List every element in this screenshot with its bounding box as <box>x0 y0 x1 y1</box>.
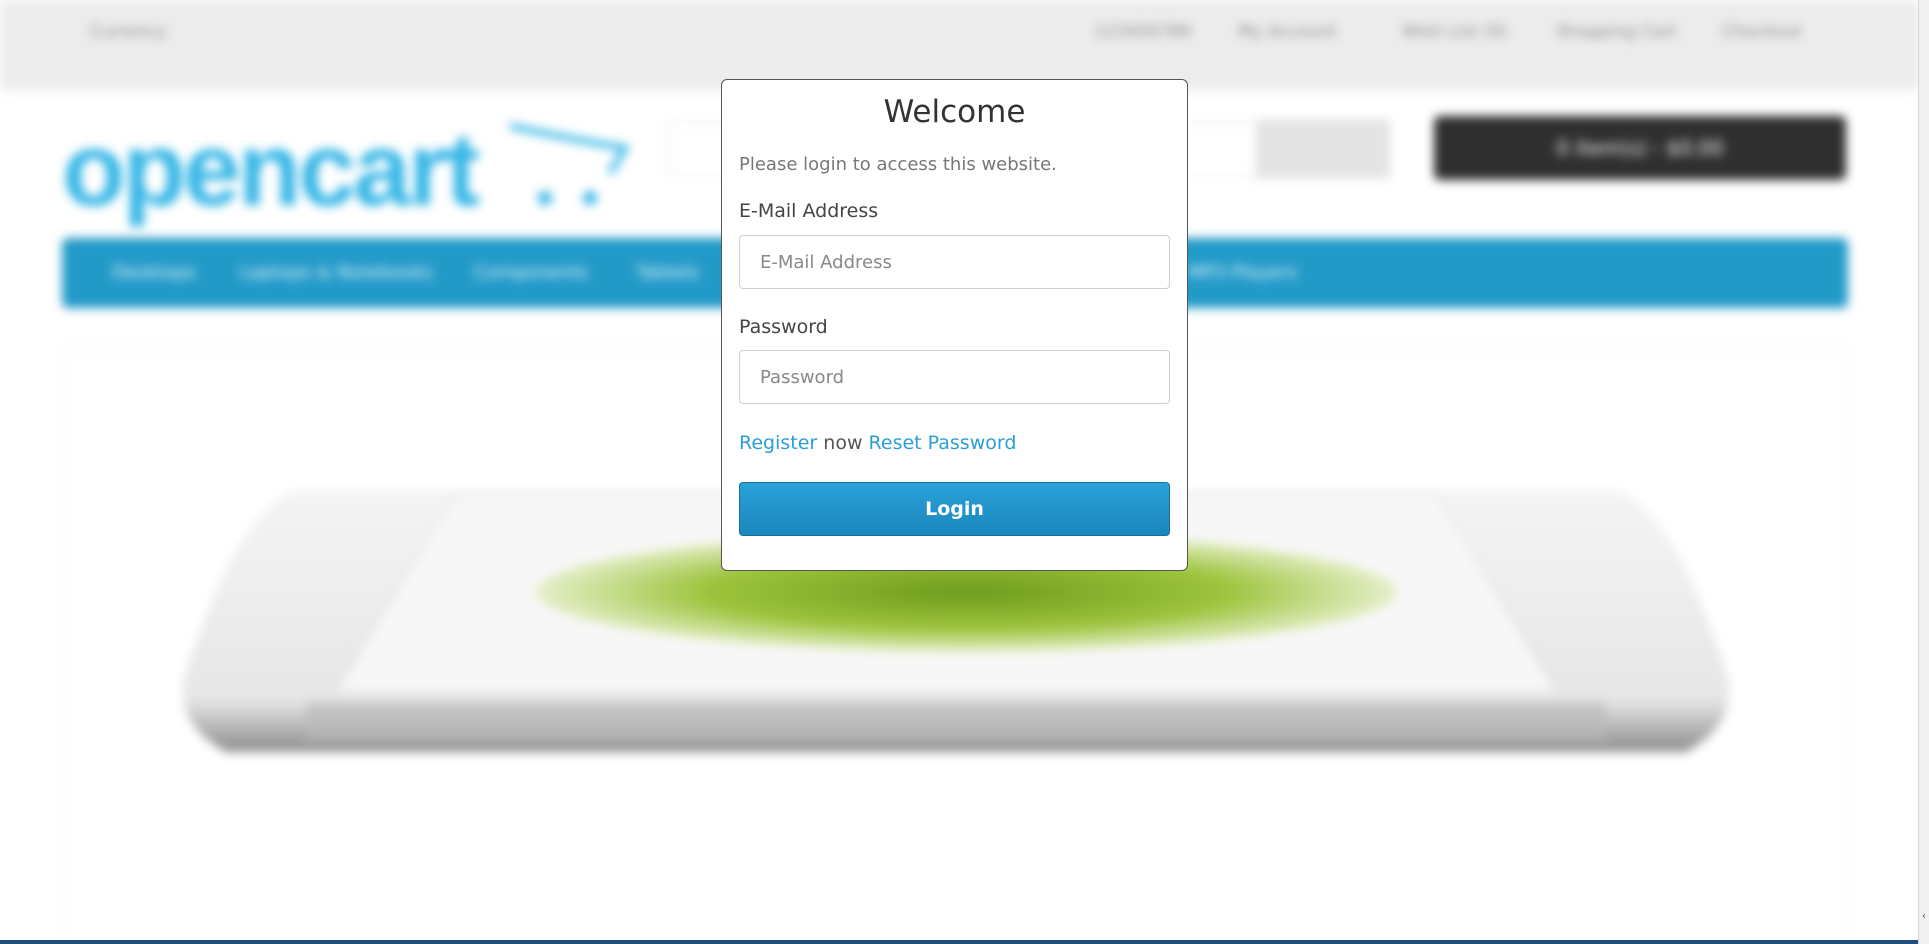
wish-list-link: Wish List (0) <box>1402 22 1508 42</box>
password-label: Password <box>739 316 828 338</box>
search-button <box>1256 120 1390 178</box>
checkout-link: Checkout <box>1722 22 1802 42</box>
page-scrollbar[interactable] <box>1918 0 1929 944</box>
email-label: E-Mail Address <box>739 200 879 222</box>
modal-subtitle: Please login to access this website. <box>739 154 1057 175</box>
scroll-left-arrow-icon[interactable]: ‹ <box>1919 910 1929 924</box>
store-logo: opencart <box>62 112 480 228</box>
my-account-link: My Account <box>1238 22 1337 42</box>
menu-item-laptops: Laptops & Notebooks <box>240 262 433 283</box>
email-field[interactable] <box>739 235 1170 289</box>
cart-button: 0 item(s) - $0.00 <box>1434 116 1846 180</box>
reset-password-link[interactable]: Reset Password <box>869 432 1017 454</box>
menu-item-desktops: Desktops <box>112 262 196 283</box>
modal-title: Welcome <box>883 94 1026 130</box>
account-links: Register now Reset Password <box>739 432 1016 454</box>
phone-link: 123456789 <box>1094 22 1192 42</box>
register-link[interactable]: Register <box>739 432 817 454</box>
password-field[interactable] <box>739 350 1170 404</box>
bottom-border <box>0 940 1918 944</box>
menu-item-tablets: Tablets <box>636 262 699 283</box>
login-modal: Welcome Please login to access this webs… <box>721 79 1188 571</box>
cart-logo-icon <box>509 123 630 205</box>
now-text: now <box>817 432 869 454</box>
currency-selector: Currency <box>90 22 167 42</box>
menu-item-components: Components <box>474 262 588 283</box>
login-button[interactable]: Login <box>739 482 1170 536</box>
shopping-cart-link: Shopping Cart <box>1556 22 1678 42</box>
menu-item-mp3: MP3 Players <box>1188 262 1297 283</box>
top-bar: Currency 123456789 My Account Wish List … <box>0 0 1918 90</box>
